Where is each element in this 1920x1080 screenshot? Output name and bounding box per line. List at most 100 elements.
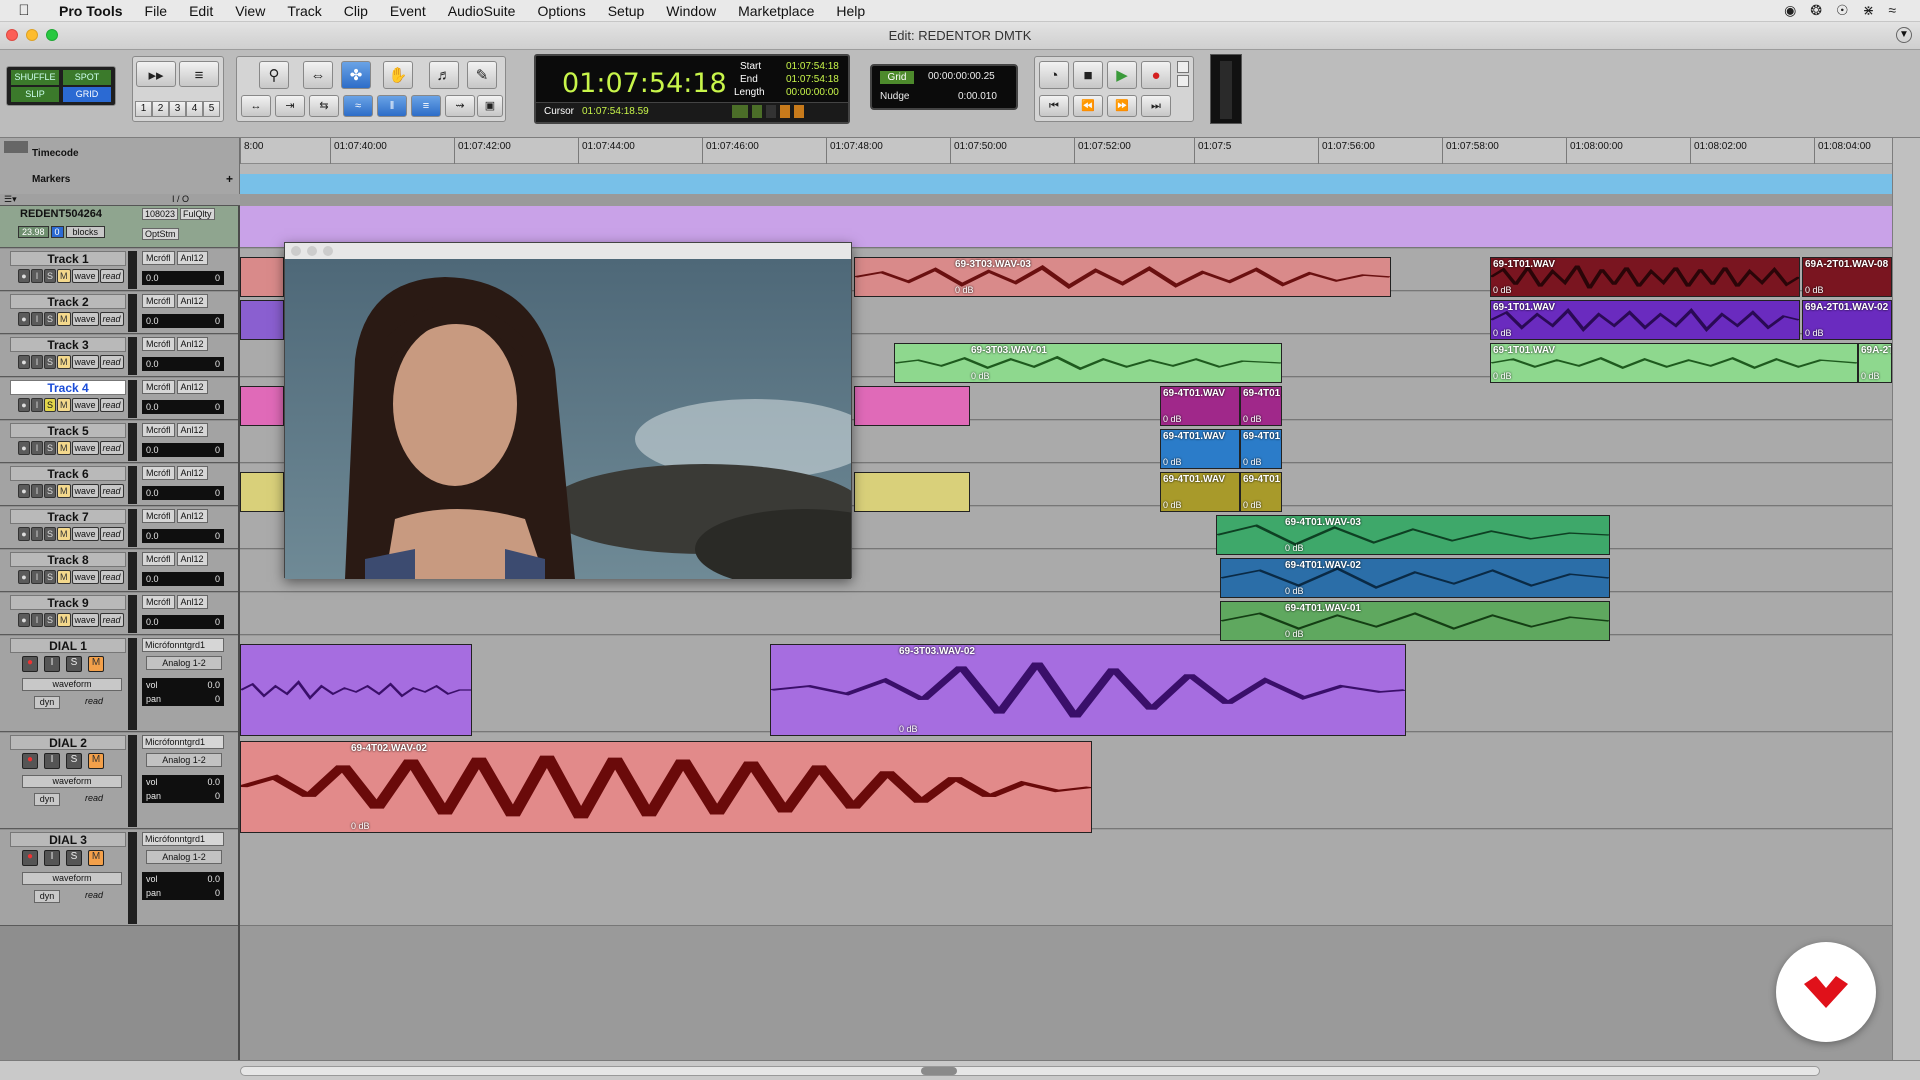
volume-value[interactable]: 0.0 [146, 529, 159, 543]
output-selector[interactable]: Analog 1-2 [146, 753, 222, 767]
track-header[interactable]: Track 6 ● I S Mwave read Mcrófl Anl12 0.0 0 [0, 464, 238, 506]
dial-track-header[interactable]: DIAL 3 ● I S M waveform dyn read Micrófo… [0, 830, 238, 926]
audio-clip[interactable] [240, 644, 472, 736]
video-window[interactable] [284, 242, 852, 579]
mute-button[interactable]: M [57, 570, 71, 584]
window-options-icon[interactable]: ▼ [1896, 27, 1912, 43]
input-monitor-button[interactable]: I [31, 312, 43, 326]
menu-options[interactable]: Options [526, 3, 596, 19]
input-selector[interactable]: Mcrófl [142, 423, 175, 437]
dyn-button[interactable]: dyn [34, 890, 60, 903]
volume-pan-display[interactable]: 0.0 0 [142, 529, 224, 543]
volume-value[interactable]: 0.0 [146, 314, 159, 328]
output-selector[interactable]: Anl12 [176, 552, 208, 566]
track-header[interactable]: Track 1 ● I S Mwave read Mcrófl Anl12 0.0 0 [0, 249, 238, 291]
menu-help[interactable]: Help [825, 3, 876, 19]
mute-button[interactable]: M [57, 269, 71, 283]
automation-mode[interactable]: read [99, 355, 124, 369]
video-close-button[interactable] [291, 246, 301, 256]
audio-clip[interactable]: 69A-2T01.WAV-02 0 dB [1802, 300, 1892, 340]
grid-value[interactable]: 00:00:00:00.25 [928, 71, 995, 82]
mute-button[interactable]: M [57, 355, 71, 369]
app-status-icon[interactable]: ❂ [1810, 2, 1822, 19]
audio-clip[interactable]: 69-3T03.WAV-01 0 dB [894, 343, 1282, 383]
solo-button[interactable]: S [44, 398, 57, 412]
automation-mode[interactable]: read [99, 398, 124, 412]
zoom-preset-5[interactable]: 5 [203, 101, 220, 117]
track-name[interactable]: Track 3 [10, 337, 126, 352]
record-enable-button[interactable]: ● [18, 398, 30, 412]
audio-clip[interactable]: 69-1T01.WAV 0 dB [1490, 300, 1800, 340]
volume-pan-display[interactable]: 0.0 0 [142, 572, 224, 586]
zoom-vertical-icon[interactable]: ≡ [179, 61, 219, 87]
audio-clip[interactable]: 69-4T01.WAV 0 dB [1160, 472, 1240, 512]
transport-option-icon[interactable] [1177, 61, 1189, 73]
audio-clip[interactable]: 69-4T01.WAV-01 0 dB [1220, 601, 1610, 641]
volume-value[interactable]: 0.0 [146, 486, 159, 500]
volume-pan-display[interactable]: 0.0 0 [142, 486, 224, 500]
window-config-icon[interactable]: ▣ [477, 95, 503, 117]
volume-display[interactable]: vol 0.0 [142, 775, 224, 789]
video-window-title-bar[interactable] [285, 243, 851, 259]
view-selector[interactable]: wave [71, 441, 99, 455]
input-monitor-button[interactable]: I [31, 441, 43, 455]
mute-button[interactable]: M [57, 398, 71, 412]
audio-clip[interactable]: 69-4T01.WAV-02 0 dB [1220, 558, 1610, 598]
volume-pan-display[interactable]: 0.0 0 [142, 400, 224, 414]
solo-button[interactable]: S [44, 355, 57, 369]
volume-value[interactable]: 0.0 [146, 615, 159, 629]
input-selector[interactable]: Mcrófl [142, 552, 175, 566]
view-selector[interactable]: waveform [22, 775, 122, 788]
pan-display[interactable]: pan 0 [142, 886, 224, 900]
track-name[interactable]: Track 2 [10, 294, 126, 309]
mute-button[interactable]: M [57, 441, 71, 455]
pan-value[interactable]: 0 [215, 486, 220, 500]
track-name[interactable]: Track 8 [10, 552, 126, 567]
menu-event[interactable]: Event [379, 3, 437, 19]
zoom-preset-2[interactable]: 2 [152, 101, 169, 117]
pan-value[interactable]: 0 [215, 572, 220, 586]
view-selector[interactable]: wave [71, 570, 99, 584]
pan-value[interactable]: 0 [215, 400, 220, 414]
mute-button[interactable]: M [57, 527, 71, 541]
automation-mode[interactable]: read [99, 312, 124, 326]
view-selector[interactable]: wave [71, 484, 99, 498]
zoom-preset-4[interactable]: 4 [186, 101, 203, 117]
go-to-end-icon[interactable]: ⏭ [1141, 95, 1171, 117]
track-name[interactable]: DIAL 2 [10, 735, 126, 750]
audio-clip[interactable]: 69-4T01 0 dB [1240, 472, 1282, 512]
return-to-zero-icon[interactable]: ⏮ [1039, 95, 1069, 117]
mute-button[interactable]: M [88, 850, 104, 866]
automation-mode[interactable]: read [99, 570, 124, 584]
mute-button[interactable]: M [57, 484, 71, 498]
menu-setup[interactable]: Setup [597, 3, 656, 19]
output-selector[interactable]: Anl12 [176, 380, 208, 394]
view-selector[interactable]: waveform [22, 678, 122, 691]
record-enable-button[interactable]: ● [18, 269, 30, 283]
view-selector[interactable]: wave [71, 312, 99, 326]
pan-display[interactable]: pan 0 [142, 789, 224, 803]
transport-option2-icon[interactable] [1177, 75, 1189, 87]
record-enable-button[interactable]: ● [18, 570, 30, 584]
automation-mode[interactable]: read [99, 441, 124, 455]
menu-edit[interactable]: Edit [178, 3, 224, 19]
solo-button[interactable]: S [44, 527, 57, 541]
zoom-horizontal-icon[interactable]: ▸▸ [136, 61, 176, 87]
output-selector[interactable]: Anl12 [176, 294, 208, 308]
volume-pan-display[interactable]: 0.0 0 [142, 271, 224, 285]
audio-clip[interactable]: 69-1T01.WAV 0 dB [1490, 257, 1800, 297]
markers-ruler[interactable] [240, 174, 1892, 194]
record-enable-button[interactable]: ● [22, 753, 38, 769]
zoomer-tool-icon[interactable]: ⚲ [259, 61, 289, 89]
input-selector[interactable]: Mcrófl [142, 380, 175, 394]
online-icon[interactable]: ◔ [1039, 61, 1069, 89]
pan-value[interactable]: 0 [215, 692, 220, 706]
solo-button[interactable]: S [44, 484, 57, 498]
nudge-value[interactable]: 0:00.010 [958, 91, 997, 102]
menu-audiosuite[interactable]: AudioSuite [437, 3, 527, 19]
pan-value[interactable]: 0 [215, 529, 220, 543]
tab-transients-icon[interactable]: ⇥ [275, 95, 305, 117]
audio-clip[interactable]: 69-4T01 0 dB [1240, 429, 1282, 469]
playback-position-icon[interactable]: ⇝ [445, 95, 475, 117]
audio-clip[interactable] [240, 300, 284, 340]
